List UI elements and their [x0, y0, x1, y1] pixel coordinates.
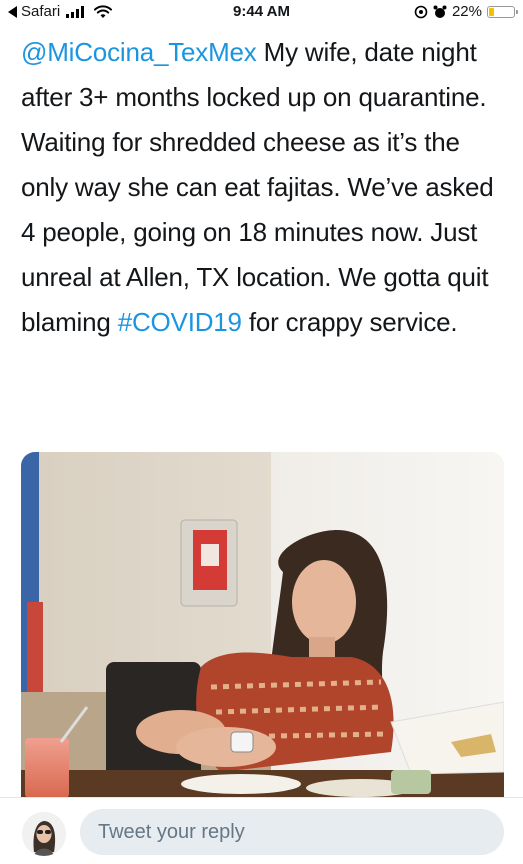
reply-input[interactable] [80, 809, 504, 855]
tweet-body-part1: My wife, date night after 3+ months lock… [21, 37, 494, 337]
hashtag-link[interactable]: #COVID19 [118, 307, 242, 337]
avatar[interactable] [22, 812, 66, 856]
battery-fill [489, 7, 494, 16]
mention-link[interactable]: @MiCocina_TexMex [21, 37, 257, 67]
photo-image [21, 452, 504, 798]
reply-bar [0, 797, 523, 864]
battery-icon [487, 5, 518, 18]
tweet-text: @MiCocina_TexMex My wife, date night aft… [21, 30, 511, 345]
tweet-body-part2: for crappy service. [241, 307, 458, 337]
location-icon [414, 5, 428, 18]
status-bar: Safari 9:44 AM 22% [0, 0, 523, 24]
battery-percent: 22% [451, 3, 482, 20]
alarm-icon [433, 5, 447, 18]
status-right: 22% [414, 3, 518, 20]
tweet-photo[interactable] [21, 452, 504, 798]
user-avatar-icon [22, 812, 66, 856]
